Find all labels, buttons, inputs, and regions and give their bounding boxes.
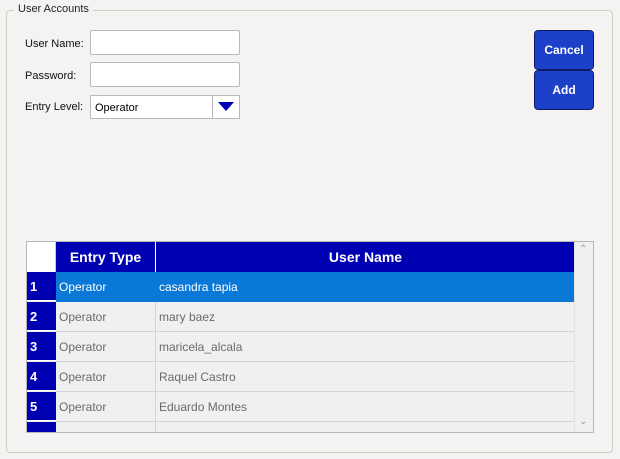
triangle-down-icon (218, 102, 234, 111)
row-number: 5 (27, 392, 56, 421)
cell-entry-type: Operator (56, 272, 156, 302)
user-table[interactable]: Entry Type User Name 1 Operator casandra… (26, 241, 594, 433)
group-title: User Accounts (14, 3, 93, 15)
row-number: 2 (27, 302, 56, 331)
row-number: 3 (27, 332, 56, 361)
table-row[interactable]: 5 Operator Eduardo Montes (27, 392, 576, 422)
entry-level-dropdown-button[interactable] (212, 96, 239, 118)
cell-user-name (156, 422, 576, 432)
entry-level-label: Entry Level: (25, 101, 84, 113)
cell-user-name: casandra tapia (156, 272, 576, 302)
cell-entry-type (56, 422, 156, 432)
password-label: Password: (25, 70, 77, 82)
row-number: 1 (27, 272, 56, 301)
table-row[interactable]: 2 Operator mary baez (27, 302, 576, 332)
table-row[interactable]: 1 Operator casandra tapia (27, 272, 576, 302)
entry-level-select[interactable]: Operator (90, 95, 240, 119)
column-header-entry-type[interactable]: Entry Type (56, 242, 156, 272)
table-row[interactable]: 4 Operator Raquel Castro (27, 362, 576, 392)
row-number (27, 422, 56, 432)
cell-user-name: mary baez (156, 302, 576, 332)
entry-level-value: Operator (95, 102, 139, 114)
table-row[interactable]: 3 Operator maricela_alcala (27, 332, 576, 362)
scroll-up-icon[interactable]: ⌃ (579, 244, 587, 255)
add-button[interactable]: Add (534, 70, 594, 110)
vertical-scrollbar[interactable]: ⌃ ⌄ (574, 242, 593, 432)
cell-entry-type: Operator (56, 302, 156, 332)
password-input[interactable] (90, 62, 240, 87)
cancel-button[interactable]: Cancel (534, 30, 594, 70)
table-corner (27, 242, 56, 272)
cell-entry-type: Operator (56, 392, 156, 422)
cell-user-name: Raquel Castro (156, 362, 576, 392)
cell-entry-type: Operator (56, 332, 156, 362)
cell-user-name: Eduardo Montes (156, 392, 576, 422)
username-input[interactable] (90, 30, 240, 55)
row-number: 4 (27, 362, 56, 391)
cell-entry-type: Operator (56, 362, 156, 392)
username-label: User Name: (25, 38, 84, 50)
table-row[interactable] (27, 422, 576, 432)
cell-user-name: maricela_alcala (156, 332, 576, 362)
column-header-user-name[interactable]: User Name (156, 242, 576, 272)
scroll-down-icon[interactable]: ⌄ (579, 416, 587, 427)
